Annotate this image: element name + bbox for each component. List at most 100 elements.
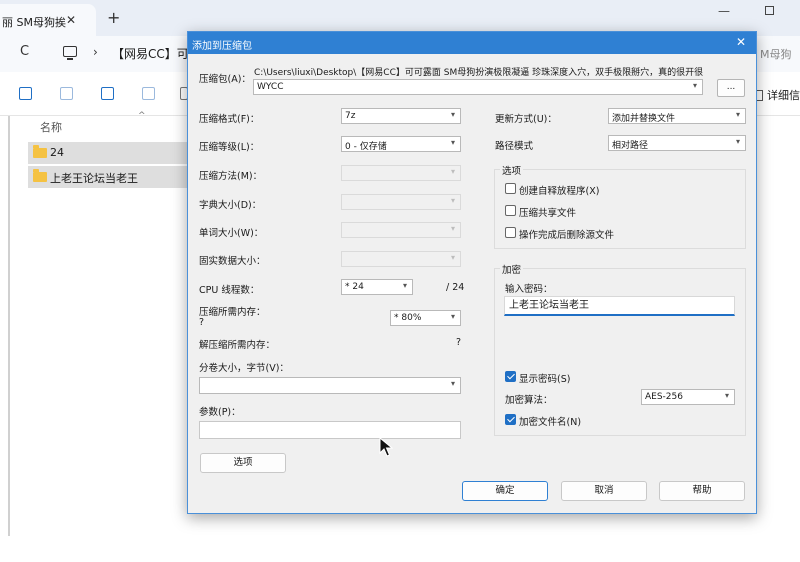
file-name: 上老王论坛当老王 <box>50 172 138 185</box>
options-button[interactable]: 选项 <box>200 453 286 473</box>
cpu-threads-total: / 24 <box>446 282 465 293</box>
chevron-down-icon: ▾ <box>450 167 455 176</box>
level-value: 0 - 仅存储 <box>345 142 387 152</box>
shared-files-label[interactable]: 压缩共享文件 <box>519 205 576 219</box>
minimize-icon[interactable]: — <box>718 4 730 18</box>
path-mode-value: 相对路径 <box>612 141 649 151</box>
chevron-down-icon: ▾ <box>450 224 455 233</box>
chevron-down-icon: ▾ <box>450 196 455 205</box>
chevron-down-icon: ▾ <box>450 110 455 119</box>
encryption-method-select[interactable]: AES-256 ▾ <box>641 389 735 405</box>
column-header-name[interactable]: 名称 <box>40 119 62 135</box>
chevron-down-icon: ▾ <box>402 281 407 290</box>
level-label: 压缩等级(L)： <box>199 142 260 153</box>
cpu-threads-value: * 24 <box>345 282 364 292</box>
path-mode-label: 路径模式 <box>495 141 534 152</box>
chevron-down-icon: ▾ <box>735 137 740 146</box>
archive-label: 压缩包(A)： <box>199 74 251 85</box>
tab-title: 丽 SM母狗挨 <box>2 16 66 29</box>
sort-arrow-icon: ^ <box>138 111 146 121</box>
show-password-checkbox[interactable] <box>505 371 516 382</box>
chevron-right-icon[interactable]: › <box>93 45 98 59</box>
path-mode-select[interactable]: 相对路径 ▾ <box>608 135 746 151</box>
chevron-down-icon[interactable]: ▾ <box>693 81 697 90</box>
rename-icon[interactable] <box>101 87 114 100</box>
solid-size-label: 固实数据大小： <box>199 256 266 267</box>
delete-after-label[interactable]: 操作完成后删除源文件 <box>519 227 614 241</box>
chevron-down-icon: ▾ <box>735 110 740 119</box>
decompress-memory-value: ? <box>456 337 462 348</box>
dict-size-label: 字典大小(D)： <box>199 200 262 211</box>
memory-label: 压缩所需内存： <box>199 307 266 318</box>
show-password-label[interactable]: 显示密码(S) <box>519 371 570 385</box>
volume-size-combo[interactable]: ▾ <box>199 377 461 394</box>
encryption-method-label: 加密算法： <box>505 395 553 406</box>
this-pc-icon[interactable] <box>63 46 77 60</box>
format-select[interactable]: 7z ▾ <box>341 108 461 124</box>
archive-name-combo[interactable]: WYCC ▾ <box>253 79 703 95</box>
chevron-down-icon: ▾ <box>450 379 455 388</box>
breadcrumb[interactable]: 【网易CC】可 <box>112 45 189 62</box>
format-value: 7z <box>345 111 356 121</box>
memory-percent-value: * 80% <box>394 313 422 323</box>
encrypt-names-label[interactable]: 加密文件名(N) <box>519 414 581 428</box>
word-size-select: ▾ <box>341 222 461 238</box>
browser-tab[interactable]: 丽 SM母狗挨 ✕ <box>0 4 96 36</box>
decompress-memory-label: 解压缩所需内存： <box>199 340 276 351</box>
chevron-down-icon: ▾ <box>450 312 455 321</box>
sfx-label[interactable]: 创建自释放程序(X) <box>519 183 599 197</box>
shared-files-checkbox[interactable] <box>505 205 516 216</box>
format-label: 压缩格式(F)： <box>199 114 260 125</box>
update-mode-value: 添加并替换文件 <box>612 114 676 124</box>
dict-size-select: ▾ <box>341 194 461 210</box>
cpu-threads-select[interactable]: * 24 ▾ <box>341 279 413 295</box>
password-input[interactable]: 上老王论坛当老王 <box>504 296 735 316</box>
archive-path-text: C:\Users\liuxi\Desktop\【网易CC】可可露面 SM母狗扮演… <box>254 68 704 78</box>
update-mode-select[interactable]: 添加并替换文件 ▾ <box>608 108 746 124</box>
tab-close-icon[interactable]: ✕ <box>66 13 76 27</box>
add-to-archive-dialog: 添加到压缩包 ✕ 压缩包(A)： C:\Users\liuxi\Desktop\… <box>187 31 757 514</box>
word-size-label: 单词大小(W)： <box>199 228 264 239</box>
browse-button[interactable]: ... <box>717 79 745 97</box>
encryption-group-label: 加密 <box>500 262 524 276</box>
maximize-icon[interactable] <box>765 6 774 15</box>
volume-size-label: 分卷大小，字节(V)： <box>199 363 289 374</box>
file-list-item[interactable]: 上老王论坛当老王 <box>28 166 188 188</box>
cpu-threads-label: CPU 线程数： <box>199 285 260 296</box>
file-name: 24 <box>50 146 64 159</box>
refresh-icon[interactable]: C <box>20 44 29 59</box>
password-label: 输入密码： <box>505 284 553 295</box>
dialog-titlebar[interactable]: 添加到压缩包 ✕ <box>188 32 756 54</box>
file-list-item[interactable]: 24 <box>28 142 188 164</box>
solid-size-select: ▾ <box>341 251 461 267</box>
details-pane-button[interactable]: 详细信 <box>752 87 800 103</box>
close-icon[interactable]: ✕ <box>736 35 746 49</box>
chevron-down-icon: ▾ <box>450 138 455 147</box>
delete-after-checkbox[interactable] <box>505 227 516 238</box>
paste-icon[interactable] <box>60 87 73 100</box>
help-button[interactable]: 帮助 <box>659 481 745 501</box>
archive-name-value: WYCC <box>257 82 284 92</box>
ok-button[interactable]: 确定 <box>462 481 548 501</box>
update-mode-label: 更新方式(U)： <box>495 114 557 125</box>
dialog-title: 添加到压缩包 <box>192 41 252 52</box>
mouse-cursor-icon <box>379 437 393 457</box>
search-input[interactable]: M母狗 <box>760 46 792 62</box>
method-label: 压缩方法(M)： <box>199 171 263 182</box>
share-icon[interactable] <box>142 87 155 100</box>
chevron-down-icon: ▾ <box>724 391 729 400</box>
params-input[interactable] <box>199 421 461 439</box>
new-tab-button[interactable]: + <box>107 8 120 27</box>
sfx-checkbox[interactable] <box>505 183 516 194</box>
encryption-method-value: AES-256 <box>645 392 683 402</box>
cancel-button[interactable]: 取消 <box>561 481 647 501</box>
nav-pane-scrollbar[interactable] <box>8 116 10 536</box>
folder-icon <box>33 145 47 158</box>
memory-percent-select[interactable]: * 80% ▾ <box>390 310 461 326</box>
copy-icon[interactable] <box>19 87 32 100</box>
encrypt-names-checkbox[interactable] <box>505 414 516 425</box>
folder-icon <box>33 169 47 182</box>
level-select[interactable]: 0 - 仅存储 ▾ <box>341 136 461 152</box>
method-select: ▾ <box>341 165 461 181</box>
options-group-label: 选项 <box>500 163 524 177</box>
